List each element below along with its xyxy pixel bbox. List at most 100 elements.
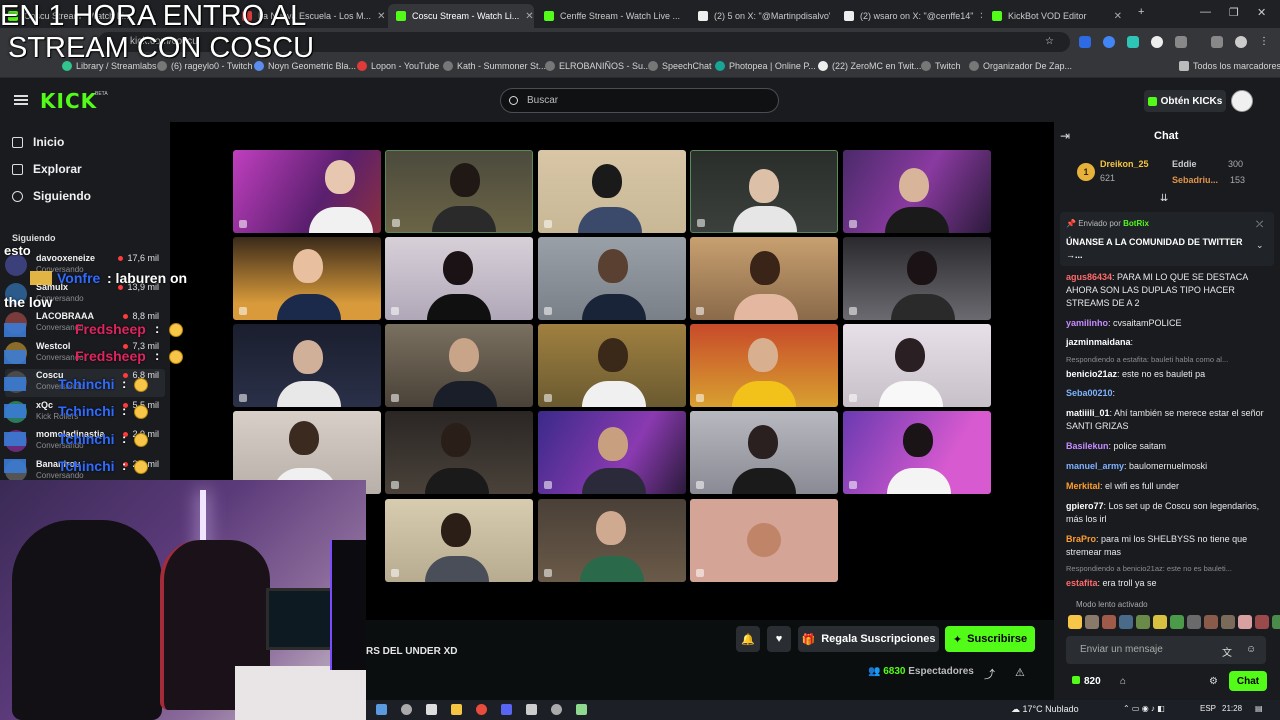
collapse-chat-icon[interactable]: ⇥ [1060,129,1070,143]
browser-tab[interactable]: (2) 5 on X: "@Martinpdisalvo"✕ [690,4,830,28]
all-bookmarks-folder[interactable]: Todos los marcadores [1179,61,1280,71]
bookmark-item[interactable]: Lopon - YouTube [357,61,439,71]
get-kicks-button[interactable]: Obtén KICKs [1144,90,1226,112]
translate-icon[interactable]: 文 [1222,644,1232,659]
notifications-icon[interactable]: ▤ [1255,704,1263,713]
hamburger-menu-icon[interactable] [14,95,28,105]
chat-message[interactable]: estafita: era troll ya se [1066,577,1266,590]
emote[interactable] [1255,615,1269,629]
chat-username[interactable]: benicio21az [1066,369,1117,379]
star-bookmark-icon[interactable]: ☆ [1045,36,1057,48]
extension-icon[interactable] [1127,36,1139,48]
browser-tab-active[interactable]: Coscu Stream - Watch Li... ✕ [388,4,534,28]
store-icon[interactable]: ⌂ [1120,676,1126,687]
emote[interactable] [1238,615,1252,629]
obs-icon[interactable] [551,704,562,715]
chat-message[interactable]: matiiili_01: Ahí también se merece estar… [1066,407,1266,433]
profile-icon[interactable] [1235,36,1247,48]
chat-username[interactable]: estafita [1066,578,1098,588]
notification-bell-button[interactable]: 🔔 [736,626,760,652]
bookmark-item[interactable]: SpeechChat [648,61,712,71]
bookmark-item[interactable]: (22) ZeroMC en Twit... [818,61,921,71]
chrome-icon[interactable] [476,704,487,715]
new-tab-icon[interactable]: + [1138,6,1144,18]
emote[interactable] [1068,615,1082,629]
tray-icons[interactable]: ⌃ ▭ ◉ ♪ ◧ [1123,704,1165,713]
search-taskbar-icon[interactable] [401,704,412,715]
chat-message[interactable]: yamilinho: cvsaitamPOLICE [1066,317,1266,330]
emote[interactable] [1153,615,1167,629]
bookmark-item[interactable]: Organizador De Zap... [969,61,1072,71]
extension-icon[interactable] [1079,36,1091,48]
chat-username[interactable]: BraPro [1066,534,1096,544]
emote[interactable] [1102,615,1116,629]
chat-settings-gear-icon[interactable]: ⚙ [1209,676,1218,687]
nav-item-following[interactable]: Siguiendo [12,189,91,203]
chat-message[interactable]: gpiero77: Los set up de Coscu son legend… [1066,500,1266,526]
chat-username[interactable]: agus86434 [1066,272,1112,282]
browser-tab[interactable]: KickBot VOD Editor ✕ [984,4,1130,28]
emote[interactable] [1204,615,1218,629]
bookmark-item[interactable]: ELROBANIÑOS - Su... [545,61,651,71]
clock[interactable]: 21:28 [1222,704,1242,713]
chat-message[interactable]: BraPro: para mi los SHELBYSS no tiene qu… [1066,533,1266,559]
chat-username[interactable]: jazminmaidana [1066,337,1131,347]
report-icon[interactable]: ⚠ [1015,666,1025,679]
browser-menu-icon[interactable]: ⋮ [1259,36,1271,48]
user-avatar[interactable] [1231,90,1253,112]
follow-heart-button[interactable]: ♥ [767,626,791,652]
leaderboard-entry[interactable]: Eddie [1172,159,1197,169]
chat-username[interactable]: Basilekun [1066,441,1109,451]
nav-item-browse[interactable]: Explorar [12,162,82,176]
chat-message[interactable]: manuel_army: baulomernuelmoski [1066,460,1266,473]
chat-reply-context[interactable]: Respondiendo a benicio21az: este no es b… [1066,564,1266,573]
extension-icon[interactable] [1151,36,1163,48]
emote[interactable] [1136,615,1150,629]
chat-username[interactable]: matiiili_01 [1066,408,1110,418]
reading-list-icon[interactable] [1211,36,1223,48]
chat-username[interactable]: Merkital [1066,481,1100,491]
emote[interactable] [1170,615,1184,629]
channel-points[interactable]: 820 [1072,676,1101,687]
nav-item-home[interactable]: Inicio [12,135,64,149]
minimize-icon[interactable]: — [1200,6,1211,18]
chat-username[interactable]: Seba00210 [1066,388,1113,398]
chat-message[interactable]: jazminmaidana: [1066,336,1266,349]
emote[interactable] [1221,615,1235,629]
bookmark-item[interactable]: Photopea | Online P... [715,61,816,71]
app-icon[interactable] [526,704,537,715]
emote[interactable] [1119,615,1133,629]
chat-message-input[interactable]: Enviar un mensaje [1066,636,1266,664]
search-input[interactable]: Buscar [500,88,779,113]
chat-username[interactable]: manuel_army [1066,461,1124,471]
bookmark-item[interactable]: Twitch [921,61,961,71]
expand-leaderboard-icon[interactable]: ⇊ [1160,193,1168,204]
chat-username[interactable]: yamilinho [1066,318,1108,328]
send-chat-button[interactable]: Chat [1229,671,1267,691]
chat-message[interactable]: benicio21az: este no es bauleti pa [1066,368,1266,381]
chevron-down-icon[interactable]: ⌄ [1256,240,1264,251]
extensions-puzzle-icon[interactable] [1175,36,1187,48]
emote-bar[interactable] [1068,615,1280,629]
emote[interactable] [1272,615,1280,629]
chat-reply-context[interactable]: Respondiendo a estafita: bauleti habla c… [1066,355,1266,364]
close-window-icon[interactable]: ✕ [1257,6,1266,19]
chat-username[interactable]: gpiero77 [1066,501,1104,511]
notes-icon[interactable] [576,704,587,715]
emoji-icon[interactable]: ☺ [1246,644,1256,655]
bookmark-item[interactable]: Kath - Summoner St... [443,61,546,71]
start-icon[interactable] [376,704,387,715]
chat-message[interactable]: Basilekun: police saitam [1066,440,1266,453]
chat-message[interactable]: Merkital: el wifi es full under [1066,480,1266,493]
leaderboard-entry[interactable]: Dreikon_25 [1100,159,1149,169]
keyboard-language[interactable]: ESP [1200,704,1216,713]
browser-tab[interactable]: (2) wsaro on X: "@cenffe14"✕ [836,4,982,28]
emote[interactable] [1187,615,1201,629]
emote[interactable] [1085,615,1099,629]
browser-tab[interactable]: Cenffe Stream - Watch Live ...✕ [536,4,682,28]
weather-widget[interactable]: ☁ 17°C Nublado [1011,704,1079,715]
file-explorer-icon[interactable] [451,704,462,715]
gift-subs-button[interactable]: 🎁 Regala Suscripciones [798,626,939,652]
discord-icon[interactable] [501,704,512,715]
maximize-icon[interactable]: ❐ [1229,6,1239,19]
